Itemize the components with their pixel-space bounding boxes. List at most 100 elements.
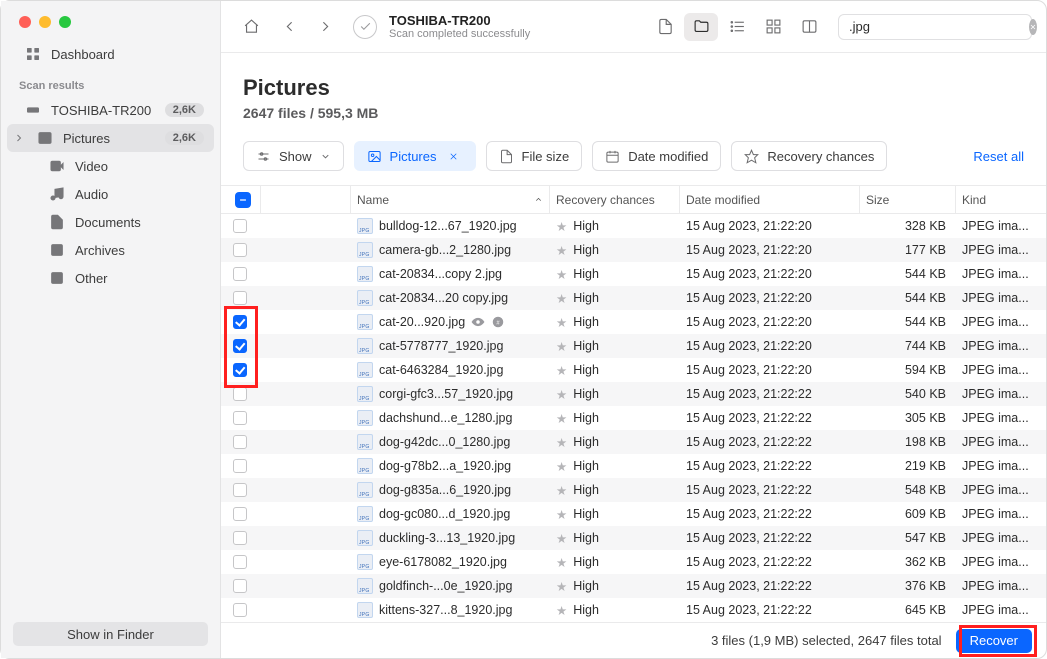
row-checkbox[interactable] [233,411,247,425]
minimize-window-button[interactable] [39,16,51,28]
view-folder-button[interactable] [684,13,718,41]
recovery-value: High [573,435,599,449]
view-mode-group [648,13,826,41]
row-checkbox[interactable] [233,507,247,521]
table-row[interactable]: goldfinch-...0e_1920.jpg★High15 Aug 2023… [221,574,1046,598]
sidebar-item-audio[interactable]: Audio [7,180,214,208]
search-clear-button[interactable] [1029,19,1037,35]
file-name: dachshund...e_1280.jpg [379,411,512,425]
row-checkbox[interactable] [233,363,247,377]
page-subtitle: 2647 files / 595,3 MB [243,105,1024,121]
size-value: 376 KB [905,579,946,593]
file-type-icon [357,554,373,570]
size-value: 609 KB [905,507,946,521]
select-all-checkbox[interactable] [235,192,251,208]
search-field[interactable] [838,14,1032,40]
table-row[interactable]: kittens-327...8_1920.jpg★High15 Aug 2023… [221,598,1046,622]
recovery-value: High [573,339,599,353]
sidebar-item-video[interactable]: Video [7,152,214,180]
filter-file-size[interactable]: File size [486,141,583,171]
col-recovery[interactable]: Recovery chances [556,193,655,207]
chevron-down-icon [320,151,331,162]
row-checkbox[interactable] [233,435,247,449]
filter-date-modified[interactable]: Date modified [592,141,721,171]
table-row[interactable]: cat-5778777_1920.jpg★High15 Aug 2023, 21… [221,334,1046,358]
nav-forward-button[interactable] [309,13,341,41]
col-size[interactable]: Size [866,193,889,207]
sidebar-item-other[interactable]: Other [7,264,214,292]
star-icon: ★ [556,531,567,546]
sidebar-item-pictures[interactable]: Pictures2,6K [7,124,214,152]
row-checkbox[interactable] [233,219,247,233]
show-in-finder-button[interactable]: Show in Finder [13,622,208,646]
table-row[interactable]: cat-20834...20 copy.jpg★High15 Aug 2023,… [221,286,1046,310]
page-header: Pictures 2647 files / 595,3 MB [221,53,1046,127]
star-icon: ★ [556,435,567,450]
size-value: 305 KB [905,411,946,425]
show-dropdown[interactable]: Show [243,141,344,171]
row-checkbox[interactable] [233,243,247,257]
row-checkbox[interactable] [233,339,247,353]
row-checkbox[interactable] [233,603,247,617]
recovery-value: High [573,531,599,545]
nav-back-button[interactable] [273,13,305,41]
remove-filter-button[interactable] [445,147,463,165]
fullscreen-window-button[interactable] [59,16,71,28]
row-checkbox[interactable] [233,291,247,305]
reset-filters-link[interactable]: Reset all [973,149,1024,164]
table-row[interactable]: bulldog-12...67_1920.jpg★High15 Aug 2023… [221,214,1046,238]
table-row[interactable]: dachshund...e_1280.jpg★High15 Aug 2023, … [221,406,1046,430]
table-row[interactable]: eye-6178082_1920.jpg★High15 Aug 2023, 21… [221,550,1046,574]
kind-value: JPEG ima... [962,291,1029,305]
row-checkbox[interactable] [233,531,247,545]
sidebar-item-drive[interactable]: TOSHIBA-TR200 2,6K [7,96,214,124]
table-row[interactable]: cat-20834...copy 2.jpg★High15 Aug 2023, … [221,262,1046,286]
close-window-button[interactable] [19,16,31,28]
size-value: 362 KB [905,555,946,569]
row-checkbox[interactable] [233,387,247,401]
row-checkbox[interactable] [233,459,247,473]
kind-value: JPEG ima... [962,363,1029,377]
kind-value: JPEG ima... [962,387,1029,401]
kind-value: JPEG ima... [962,531,1029,545]
view-file-button[interactable] [648,13,682,41]
filter-pictures[interactable]: Pictures [354,141,476,171]
col-kind[interactable]: Kind [962,193,986,207]
kind-value: JPEG ima... [962,339,1029,353]
recovery-value: High [573,507,599,521]
file-type-icon [357,266,373,282]
table-row[interactable]: dog-gc080...d_1920.jpg★High15 Aug 2023, … [221,502,1046,526]
row-checkbox[interactable] [233,267,247,281]
row-checkbox[interactable] [233,555,247,569]
view-list-button[interactable] [720,13,754,41]
size-value: 547 KB [905,531,946,545]
search-input[interactable] [849,19,1025,34]
recover-button[interactable]: Recover [956,629,1032,653]
table-row[interactable]: cat-6463284_1920.jpg★High15 Aug 2023, 21… [221,358,1046,382]
view-columns-button[interactable] [792,13,826,41]
col-date[interactable]: Date modified [686,193,760,207]
file-type-icon [357,458,373,474]
file-type-icon [357,578,373,594]
row-checkbox[interactable] [233,483,247,497]
table-row[interactable]: cat-20...920.jpg#★High15 Aug 2023, 21:22… [221,310,1046,334]
size-value: 645 KB [905,603,946,617]
row-checkbox[interactable] [233,579,247,593]
table-row[interactable]: dog-g835a...6_1920.jpg★High15 Aug 2023, … [221,478,1046,502]
row-checkbox[interactable] [233,315,247,329]
sidebar-item-archives[interactable]: Archives [7,236,214,264]
table-row[interactable]: dog-g78b2...a_1920.jpg★High15 Aug 2023, … [221,454,1046,478]
table-row[interactable]: corgi-gfc3...57_1920.jpg★High15 Aug 2023… [221,382,1046,406]
image-icon [37,130,53,146]
table-row[interactable]: camera-gb...2_1280.jpg★High15 Aug 2023, … [221,238,1046,262]
col-name[interactable]: Name [357,193,389,207]
sidebar-item-dashboard[interactable]: Dashboard [7,40,214,68]
view-grid-button[interactable] [756,13,790,41]
star-icon: ★ [556,291,567,306]
sidebar-item-documents[interactable]: Documents [7,208,214,236]
filter-recovery-chances[interactable]: Recovery chances [731,141,887,171]
audio-icon [49,186,65,202]
table-row[interactable]: dog-g42dc...0_1280.jpg★High15 Aug 2023, … [221,430,1046,454]
home-button[interactable] [235,13,267,41]
table-row[interactable]: duckling-3...13_1920.jpg★High15 Aug 2023… [221,526,1046,550]
